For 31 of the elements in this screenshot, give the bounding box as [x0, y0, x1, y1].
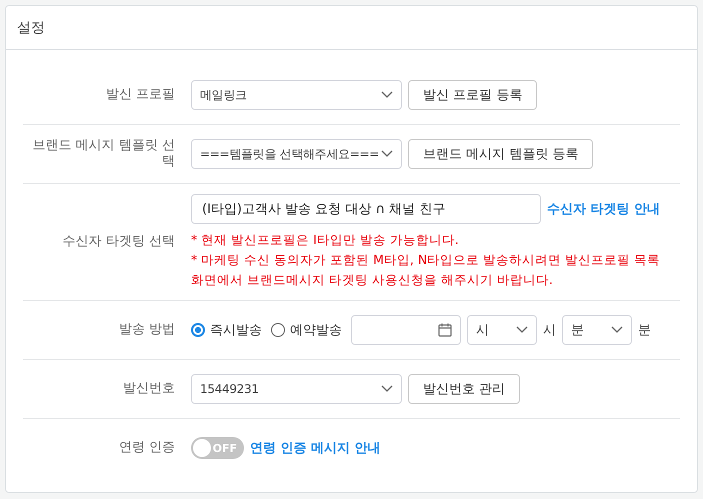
- chevron-down-icon: [611, 326, 623, 334]
- dropdown[interactable]: 메일링크: [191, 80, 402, 110]
- action-button[interactable]: 브랜드 메시지 템플릿 등록: [408, 139, 594, 169]
- dropdown[interactable]: ===템플릿을 선택해주세요===: [191, 139, 402, 169]
- field-label: 브랜드 메시지 템플릿 선택: [32, 138, 176, 170]
- field-label: 연령 인증: [118, 440, 176, 456]
- field-label: 수신자 타겟팅 선택: [62, 234, 176, 250]
- dropdown[interactable]: 15449231: [191, 374, 402, 404]
- target-field[interactable]: (I타입)고객사 발송 요청 대상 ∩ 채널 친구: [191, 194, 541, 224]
- unit-label: 시: [543, 322, 556, 339]
- guide-link[interactable]: 수신자 타겟팅 안내: [547, 200, 660, 218]
- unit-label: 분: [638, 322, 651, 339]
- chevron-down-icon: [381, 150, 393, 158]
- calendar-icon: [438, 323, 452, 337]
- chevron-down-icon: [516, 326, 528, 334]
- chevron-down-icon: [381, 385, 393, 393]
- field-label: 발송 방법: [118, 322, 176, 338]
- chevron-down-icon: [381, 91, 393, 99]
- minute-dropdown[interactable]: 분: [562, 315, 632, 345]
- field-label: 발신 프로필: [104, 86, 176, 104]
- panel-title: 설정: [17, 18, 45, 36]
- action-button[interactable]: 발신 프로필 등록: [408, 80, 538, 110]
- hour-dropdown[interactable]: 시: [467, 315, 537, 345]
- field-label: 발신번호: [122, 380, 176, 398]
- radio-option[interactable]: 예약발송: [271, 321, 342, 339]
- warning-note: * 마케팅 수신 동의자가 포함된 M타입, N타입으로 발송하시려면 발신프로필 목록 화면에서 브랜드메시지 타겟팅 사용신청을 해주시기 바랍니다.: [191, 251, 662, 289]
- guide-link[interactable]: 연령 인증 메시지 안내: [250, 439, 381, 457]
- date-field[interactable]: [351, 315, 461, 345]
- radio-option[interactable]: 즉시발송: [191, 321, 262, 339]
- action-button[interactable]: 발신번호 관리: [408, 374, 520, 404]
- warning-note: * 현재 발신프로필은 I타입만 발송 가능합니다.: [191, 231, 460, 249]
